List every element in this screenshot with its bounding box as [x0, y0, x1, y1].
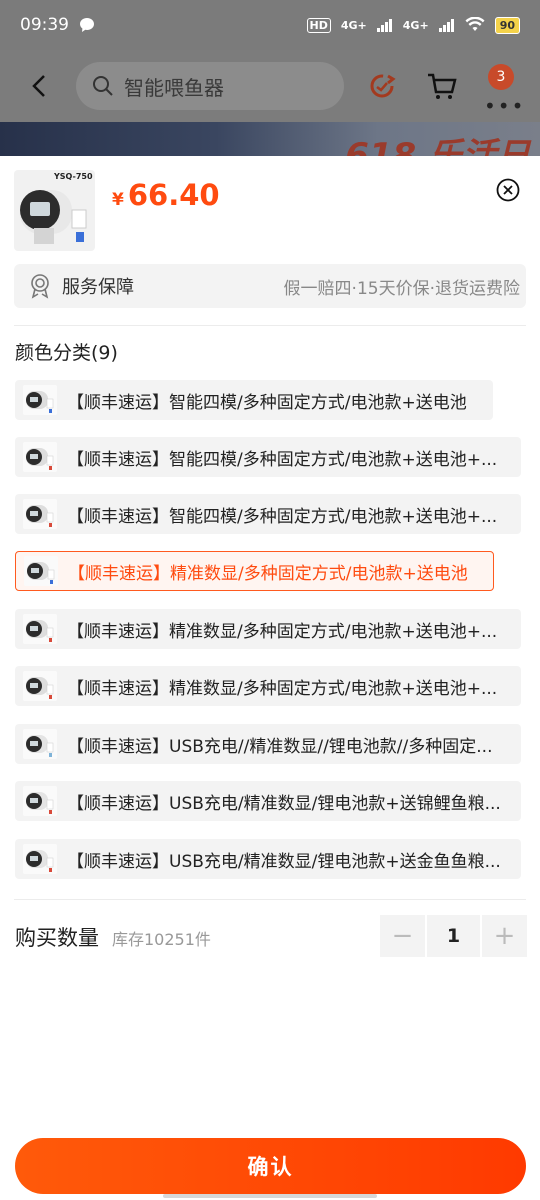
option-label: 【顺丰速运】USB充电//精准数显//锂电池款//多种固定...: [67, 736, 493, 757]
option-thumb: [23, 499, 57, 529]
price: ¥ 66.40: [112, 178, 220, 212]
divider: [14, 325, 526, 326]
color-option-1[interactable]: 【顺丰速运】智能四模/多种固定方式/电池款+送电池: [15, 380, 493, 420]
divider: [14, 899, 526, 900]
confirm-button[interactable]: 确认: [15, 1138, 526, 1194]
wifi-icon: [465, 17, 485, 31]
sku-sheet: YSQ-750 ¥ 66.40 服务保障 假一赔四·15天价保·退货运费险 颜色…: [0, 156, 540, 1200]
close-icon[interactable]: [496, 178, 520, 202]
color-option-8[interactable]: 【顺丰速运】USB充电/精准数显/锂电池款+送锦鲤鱼粮...: [15, 781, 521, 821]
price-value: 66.40: [127, 178, 220, 212]
service-title: 服务保障: [62, 277, 134, 298]
decrease-button[interactable]: −: [380, 915, 425, 957]
top-nav: 智能喂鱼器 3 •••: [0, 50, 540, 122]
service-guarantee-bar[interactable]: 服务保障 假一赔四·15天价保·退货运费险: [14, 264, 526, 308]
quantity-row: 购买数量 库存10251件 − 1 +: [15, 912, 527, 957]
network-4g-1: 4G+: [340, 18, 367, 32]
option-thumb: [23, 442, 57, 472]
share-refresh-icon[interactable]: [366, 70, 398, 102]
promo-banner: 618 乐活日: [0, 122, 540, 158]
color-option-2[interactable]: 【顺丰速运】智能四模/多种固定方式/电池款+送电池+...: [15, 437, 521, 477]
banner-text: 618 乐活日: [345, 136, 530, 158]
cart-icon[interactable]: [426, 70, 458, 102]
color-option-6[interactable]: 【顺丰速运】精准数显/多种固定方式/电池款+送电池+...: [15, 666, 521, 706]
quantity-title: 购买数量: [15, 926, 99, 950]
option-label: 【顺丰速运】USB充电/精准数显/锂电池款+送锦鲤鱼粮...: [67, 793, 501, 814]
search-placeholder: 智能喂鱼器: [124, 75, 224, 100]
option-thumb: [23, 614, 57, 644]
search-icon: [93, 76, 113, 96]
more-icon: •••: [484, 94, 526, 118]
color-option-9[interactable]: 【顺丰速运】USB充电/精准数显/锂电池款+送金鱼鱼粮...: [15, 839, 521, 879]
award-icon: [31, 274, 49, 299]
option-label: 【顺丰速运】智能四模/多种固定方式/电池款+送电池: [67, 392, 467, 413]
option-label: 【顺丰速运】精准数显/多种固定方式/电池款+送电池: [68, 563, 468, 584]
option-label: 【顺丰速运】智能四模/多种固定方式/电池款+送电池+...: [67, 506, 498, 527]
quantity-stepper[interactable]: − 1 +: [380, 915, 527, 957]
battery-indicator: 90: [494, 16, 520, 34]
color-category-title: 颜色分类(9): [15, 342, 118, 364]
currency-symbol: ¥: [112, 190, 124, 210]
option-label: 【顺丰速运】精准数显/多种固定方式/电池款+送电池+...: [67, 678, 498, 699]
quantity-value[interactable]: 1: [427, 915, 480, 957]
option-thumb: [23, 786, 57, 816]
message-icon: [80, 18, 94, 32]
home-indicator: [163, 1194, 377, 1198]
more-menu-button[interactable]: 3 •••: [484, 64, 524, 118]
option-label: 【顺丰速运】精准数显/多种固定方式/电池款+送电池+...: [67, 621, 498, 642]
product-thumbnail[interactable]: YSQ-750: [14, 170, 95, 251]
hd-indicator: HD: [306, 17, 331, 33]
color-option-5[interactable]: 【顺丰速运】精准数显/多种固定方式/电池款+送电池+...: [15, 609, 521, 649]
option-thumb: [24, 556, 58, 586]
service-desc: 假一赔四·15天价保·退货运费险: [283, 278, 520, 299]
color-option-3[interactable]: 【顺丰速运】智能四模/多种固定方式/电池款+送电池+...: [15, 494, 521, 534]
option-thumb: [23, 385, 57, 415]
cart-badge: 3: [488, 64, 514, 90]
stock-count: 库存10251件: [112, 930, 211, 949]
search-input[interactable]: 智能喂鱼器: [76, 62, 344, 110]
network-4g-2: 4G+: [402, 18, 429, 32]
signal-icon-2: [438, 19, 454, 32]
back-icon[interactable]: [26, 72, 54, 100]
option-thumb: [23, 671, 57, 701]
color-option-4-selected[interactable]: 【顺丰速运】精准数显/多种固定方式/电池款+送电池: [15, 551, 494, 591]
option-thumb: [23, 729, 57, 759]
status-bar: 09:39 HD 4G+ 4G+ 90: [0, 0, 540, 50]
increase-button[interactable]: +: [482, 915, 527, 957]
status-time: 09:39: [20, 15, 69, 35]
option-thumb: [23, 844, 57, 874]
color-option-7[interactable]: 【顺丰速运】USB充电//精准数显//锂电池款//多种固定...: [15, 724, 521, 764]
option-label: 【顺丰速运】智能四模/多种固定方式/电池款+送电池+...: [67, 449, 498, 470]
feeder-image: [20, 190, 87, 244]
signal-icon-1: [376, 19, 392, 32]
option-label: 【顺丰速运】USB充电/精准数显/锂电池款+送金鱼鱼粮...: [67, 851, 501, 872]
